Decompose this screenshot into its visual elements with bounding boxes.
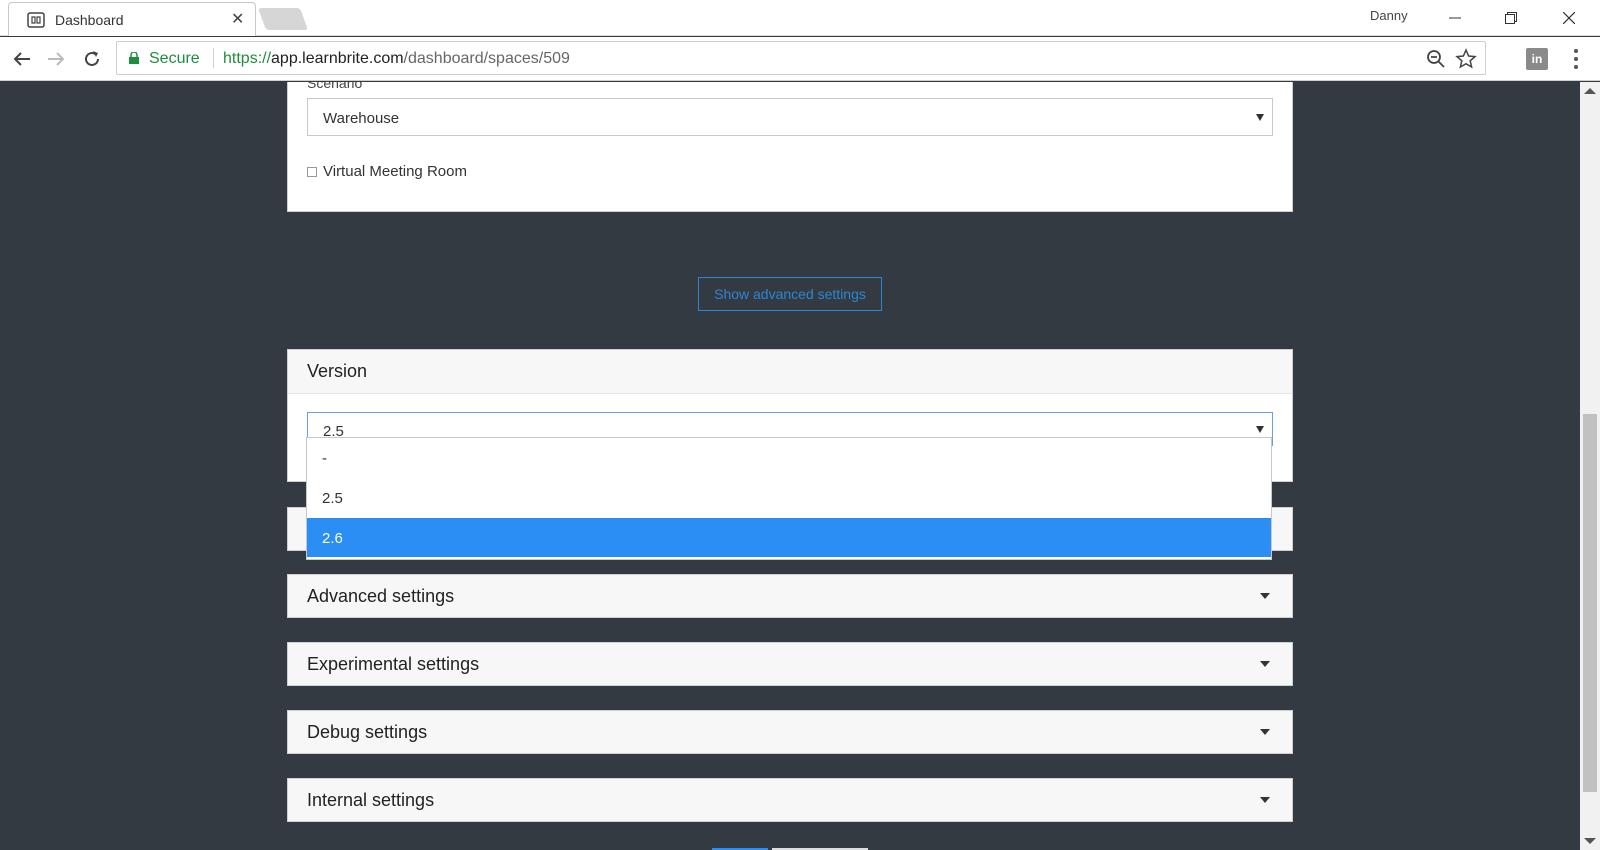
scenario-select-value: Warehouse — [323, 110, 400, 127]
caret-down-icon — [1256, 426, 1264, 433]
tab-title: Dashboard — [55, 12, 124, 28]
section-title: Debug settings — [307, 722, 428, 742]
section-advanced-settings[interactable]: Advanced settings — [287, 574, 1293, 618]
restore-icon[interactable] — [1488, 4, 1534, 32]
bookmark-star-icon[interactable] — [1455, 48, 1477, 70]
page-scrollbar[interactable] — [1580, 82, 1600, 850]
profile-name[interactable]: Danny — [1370, 8, 1408, 23]
scenario-card: Scenario Warehouse Virtual Meeting Room — [287, 82, 1293, 212]
option-label: - — [322, 450, 327, 467]
browser-tab[interactable]: Dashboard ✕ — [8, 2, 256, 36]
caret-down-icon — [1260, 729, 1270, 735]
scroll-down-arrow-icon[interactable] — [1584, 838, 1596, 844]
virtual-meeting-room-label[interactable]: Virtual Meeting Room — [323, 163, 467, 180]
virtual-meeting-room-row[interactable]: Virtual Meeting Room — [307, 163, 467, 180]
option-label: 2.6 — [322, 530, 343, 547]
section-title: Advanced settings — [307, 586, 455, 606]
section-internal-settings[interactable]: Internal settings — [287, 778, 1293, 822]
virtual-meeting-room-checkbox[interactable] — [307, 166, 317, 177]
version-card-header: Version — [288, 350, 1292, 394]
scenario-select[interactable]: Warehouse — [307, 98, 1273, 136]
caret-down-icon — [1260, 797, 1270, 803]
close-window-icon[interactable] — [1546, 4, 1592, 32]
new-tab-button[interactable] — [257, 8, 309, 30]
section-title: Experimental settings — [307, 654, 480, 674]
version-dropdown-list: - 2.5 2.6 — [306, 437, 1272, 560]
close-tab-icon[interactable]: ✕ — [231, 9, 244, 29]
version-option-2-6[interactable]: 2.6 — [307, 518, 1271, 557]
back-arrow-icon[interactable] — [6, 43, 38, 75]
address-separator — [213, 48, 214, 68]
url-text[interactable]: https://app.learnbrite.com/dashboard/spa… — [223, 50, 570, 68]
section-experimental-settings[interactable]: Experimental settings — [287, 642, 1293, 686]
scenario-label: Scenario — [307, 82, 363, 91]
url-path: /dashboard/spaces/509 — [403, 50, 570, 67]
caret-down-icon — [1260, 593, 1270, 599]
secure-label: Secure — [149, 50, 200, 67]
option-label: 2.5 — [322, 490, 343, 507]
show-advanced-settings-button[interactable]: Show advanced settings — [698, 277, 882, 311]
version-option-none[interactable]: - — [307, 438, 1271, 477]
section-debug-settings[interactable]: Debug settings — [287, 710, 1293, 754]
section-title: Internal settings — [307, 790, 435, 810]
forward-arrow-icon[interactable] — [40, 43, 72, 75]
browser-toolbar: Secure https://app.learnbrite.com/dashbo… — [0, 37, 1600, 81]
scroll-thumb[interactable] — [1583, 414, 1597, 792]
reload-icon[interactable] — [76, 43, 108, 75]
url-scheme: https:// — [223, 50, 272, 67]
caret-down-icon — [1256, 114, 1264, 121]
learnbrite-favicon-icon — [27, 12, 45, 28]
caret-down-icon — [1260, 661, 1270, 667]
address-bar[interactable]: Secure https://app.learnbrite.com/dashbo… — [116, 41, 1486, 75]
lock-icon — [129, 52, 139, 64]
minimize-icon[interactable] — [1432, 4, 1478, 32]
scroll-up-arrow-icon[interactable] — [1584, 88, 1596, 94]
version-option-2-5[interactable]: 2.5 — [307, 478, 1271, 517]
version-title: Version — [307, 361, 368, 381]
linkedin-extension-icon[interactable]: in — [1526, 48, 1548, 70]
zoom-icon[interactable] — [1425, 48, 1447, 70]
tab-strip: Dashboard ✕ Danny — [0, 0, 1600, 36]
browser-menu-icon[interactable] — [1568, 47, 1584, 71]
url-host: app.learnbrite.com — [271, 50, 404, 67]
